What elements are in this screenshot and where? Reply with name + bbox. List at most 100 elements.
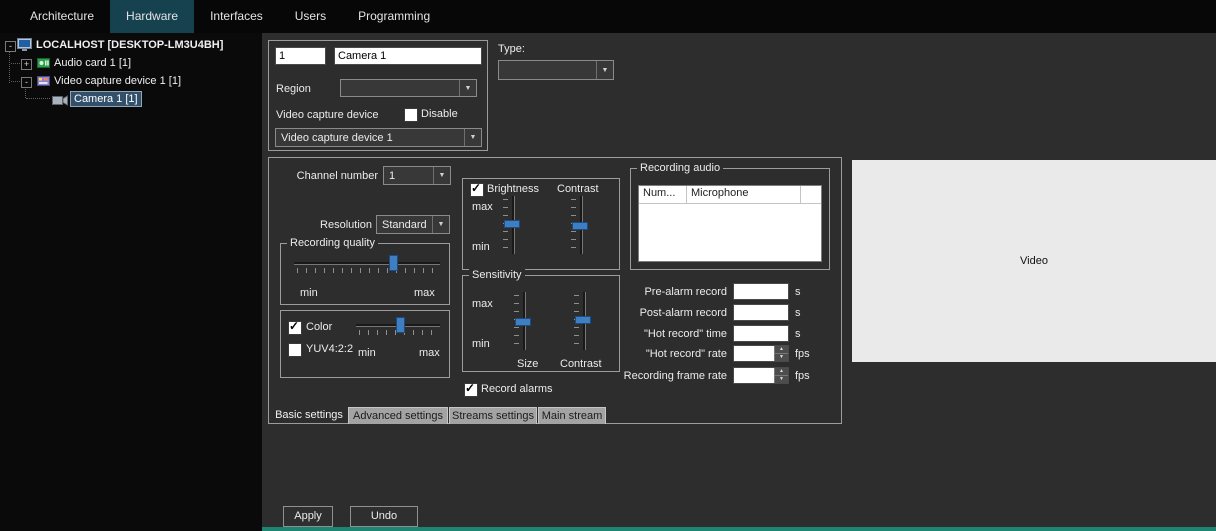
region-select[interactable] (340, 79, 477, 97)
recording-frame-rate-field[interactable] (733, 367, 789, 384)
tab-main-stream[interactable]: Main stream (538, 407, 606, 424)
computer-icon (17, 38, 33, 56)
channel-number-label: Channel number (278, 169, 378, 183)
tree-expander-audio-card[interactable] (21, 59, 32, 70)
hot-record-rate-spinner[interactable] (774, 346, 788, 361)
hot-record-time-label: "Hot record" time (598, 327, 727, 341)
type-select[interactable] (498, 60, 614, 80)
slider-thumb[interactable] (504, 220, 520, 228)
post-alarm-record-unit: s (795, 306, 801, 320)
video-capture-device-label: Video capture device (276, 108, 379, 122)
slider-thumb[interactable] (389, 255, 398, 271)
recording-audio-title: Recording audio (637, 162, 723, 175)
yuv-checkbox[interactable] (288, 343, 302, 357)
contrast-slider[interactable] (571, 196, 591, 254)
disable-checkbox[interactable] (404, 108, 418, 122)
top-nav: Architecture Hardware Interfaces Users P… (0, 0, 1216, 33)
tree-item-audio-card[interactable]: Audio card 1 [1] (54, 56, 131, 70)
device-name-field[interactable] (334, 47, 482, 65)
camera-icon (52, 93, 68, 111)
device-id-field[interactable] (275, 47, 326, 65)
record-alarms-label: Record alarms (481, 382, 553, 396)
pre-alarm-record-unit: s (795, 285, 801, 299)
tree-connector (26, 98, 50, 99)
device-name-input[interactable] (335, 48, 481, 64)
pre-alarm-record-field[interactable] (733, 283, 789, 300)
color-slider[interactable] (356, 318, 440, 336)
tab-programming[interactable]: Programming (342, 0, 446, 33)
record-alarms-checkbox[interactable] (464, 383, 478, 397)
capture-device-icon (37, 74, 50, 92)
recording-quality-slider[interactable] (294, 256, 440, 274)
spinner-down-icon[interactable] (775, 354, 788, 361)
brightness-contrast-label: Contrast (557, 182, 599, 196)
sensitivity-min-label: min (472, 337, 490, 351)
brightness-min-label: min (472, 240, 490, 254)
slider-thumb[interactable] (515, 318, 531, 326)
tree-item-video-capture-device[interactable]: Video capture device 1 [1] (54, 74, 181, 88)
recording-quality-title: Recording quality (287, 237, 378, 250)
chevron-down-icon (459, 80, 476, 96)
slider-thumb[interactable] (572, 222, 588, 230)
hot-record-rate-input[interactable] (734, 346, 774, 361)
resolution-value: Standard (377, 216, 432, 233)
hot-record-time-input[interactable] (734, 326, 788, 341)
tree-connector (11, 81, 20, 82)
chevron-down-icon (596, 61, 613, 79)
hot-record-rate-unit: fps (795, 347, 810, 361)
sensitivity-max-label: max (472, 297, 493, 311)
tab-interfaces[interactable]: Interfaces (194, 0, 279, 33)
post-alarm-record-input[interactable] (734, 305, 788, 320)
recording-frame-rate-input[interactable] (734, 368, 774, 383)
apply-button[interactable]: Apply (283, 506, 333, 527)
spinner-up-icon[interactable] (775, 346, 788, 354)
tab-streams-settings[interactable]: Streams settings (449, 407, 537, 424)
recording-quality-min-label: min (300, 286, 318, 300)
sensitivity-size-slider[interactable] (514, 292, 534, 350)
color-label: Color (306, 320, 332, 334)
slider-track (294, 262, 440, 265)
column-header-num[interactable]: Num... (639, 186, 687, 203)
tree-expander-video-capture[interactable] (21, 77, 32, 88)
tree-connector (11, 63, 20, 64)
brightness-slider[interactable] (503, 196, 523, 254)
tab-advanced-settings[interactable]: Advanced settings (348, 407, 448, 424)
resolution-select[interactable]: Standard (376, 215, 450, 234)
spinner-up-icon[interactable] (775, 368, 788, 376)
channel-number-select[interactable]: 1 (383, 166, 451, 185)
tab-architecture[interactable]: Architecture (14, 0, 110, 33)
sensitivity-contrast-slider[interactable] (574, 292, 594, 350)
spinner-down-icon[interactable] (775, 376, 788, 383)
color-checkbox[interactable] (288, 321, 302, 335)
recording-audio-table[interactable]: Num... Microphone (638, 185, 822, 262)
hot-record-time-field[interactable] (733, 325, 789, 342)
device-id-input[interactable] (276, 48, 325, 64)
undo-button[interactable]: Undo (350, 506, 418, 527)
hot-record-rate-field[interactable] (733, 345, 789, 362)
tab-basic-settings[interactable]: Basic settings (272, 407, 346, 424)
video-capture-device-select[interactable]: Video capture device 1 (275, 128, 482, 147)
brightness-checkbox[interactable] (470, 183, 484, 197)
post-alarm-record-field[interactable] (733, 304, 789, 321)
bottom-accent-bar (262, 527, 1216, 531)
slider-thumb[interactable] (396, 317, 405, 333)
type-label: Type: (498, 42, 525, 56)
slider-thumb[interactable] (575, 316, 591, 324)
hot-record-rate-label: "Hot record" rate (598, 347, 727, 361)
recording-audio-table-header: Num... Microphone (639, 186, 821, 204)
type-select-value (499, 61, 596, 79)
recording-frame-rate-label: Recording frame rate (598, 369, 727, 383)
hot-record-time-unit: s (795, 327, 801, 341)
tab-hardware[interactable]: Hardware (110, 0, 194, 33)
tree-expander-localhost[interactable] (5, 41, 16, 52)
tab-users[interactable]: Users (279, 0, 342, 33)
recording-frame-rate-spinner[interactable] (774, 368, 788, 383)
pre-alarm-record-input[interactable] (734, 284, 788, 299)
app-window: Architecture Hardware Interfaces Users P… (0, 0, 1216, 531)
column-header-microphone[interactable]: Microphone (687, 186, 801, 203)
sensitivity-size-label: Size (517, 357, 538, 371)
sensitivity-contrast-label: Contrast (560, 357, 602, 371)
region-select-value (341, 80, 459, 96)
tree-item-camera[interactable]: Camera 1 [1] (70, 91, 142, 107)
tree-item-localhost[interactable]: LOCALHOST [DESKTOP-LM3U4BH] (36, 38, 223, 52)
